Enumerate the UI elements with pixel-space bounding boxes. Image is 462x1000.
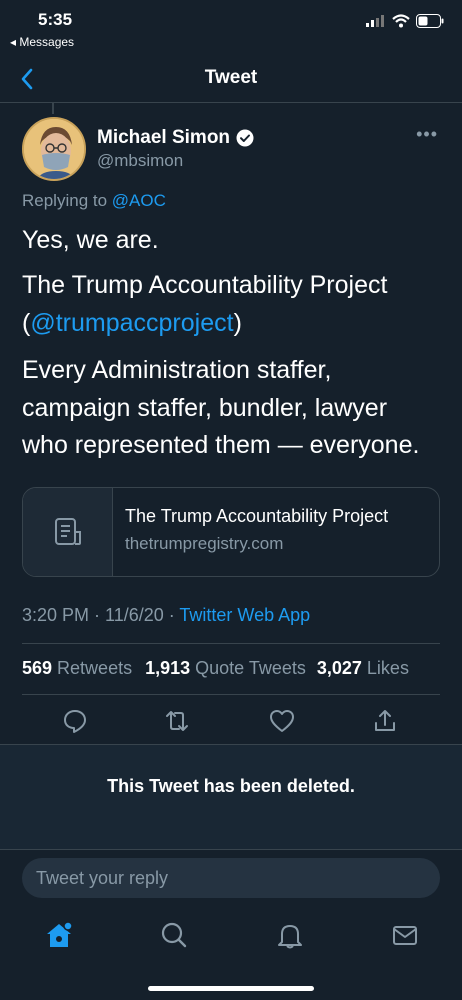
author-handle[interactable]: @mbsimon	[97, 151, 183, 171]
document-icon	[54, 518, 81, 545]
divider	[0, 849, 462, 850]
likes-stat[interactable]: 3,027 Likes	[317, 658, 409, 679]
tweet-text-line-2: The Trump Accountability Project	[22, 271, 388, 299]
card-thumbnail	[23, 488, 113, 576]
deleted-tweet-notice: This Tweet has been deleted.	[107, 776, 355, 796]
replying-to-label: Replying to	[22, 191, 112, 210]
home-tab-icon[interactable]	[44, 920, 74, 950]
retweets-stat[interactable]: 569 Retweets	[22, 658, 132, 679]
messages-tab-icon[interactable]	[390, 920, 420, 950]
likes-label: Likes	[361, 658, 409, 678]
cellular-signal-icon	[366, 15, 384, 27]
replying-to-handle-link[interactable]: @AOC	[112, 191, 166, 210]
quote-tweets-label: Quote Tweets	[190, 658, 306, 678]
mention-link[interactable]: @trumpaccproject	[30, 309, 233, 337]
page-title: Tweet	[204, 67, 258, 88]
wifi-icon	[392, 14, 410, 28]
more-options-icon[interactable]: •••	[416, 124, 438, 145]
notifications-tab-icon[interactable]	[275, 920, 305, 950]
quote-tweets-stat[interactable]: 1,913 Quote Tweets	[145, 658, 306, 679]
status-time: 5:35	[38, 10, 73, 29]
mention-paren-close: )	[233, 309, 242, 337]
tweet-text-line-3: Every Administration staffer,	[22, 356, 332, 384]
thread-connector-line	[52, 102, 54, 114]
author-name-row[interactable]: Michael Simon	[97, 127, 254, 149]
retweets-label: Retweets	[52, 658, 133, 678]
author-name[interactable]: Michael Simon	[97, 127, 230, 149]
link-preview-card[interactable]: The Trump Accountability Project thetrum…	[22, 487, 440, 577]
divider	[22, 643, 440, 644]
tweet-text-line-1: Yes, we are.	[22, 226, 159, 254]
divider	[22, 694, 440, 695]
card-domain: thetrumpregistry.com	[125, 534, 284, 553]
search-tab-icon[interactable]	[159, 920, 189, 950]
home-indicator[interactable]	[148, 986, 314, 991]
retweet-icon[interactable]	[163, 707, 191, 735]
back-to-messages-link[interactable]: ◂ Messages	[10, 35, 74, 49]
replying-to-line: Replying to @AOC	[22, 191, 166, 211]
retweets-count: 569	[22, 658, 53, 678]
quote-tweets-count: 1,913	[145, 658, 191, 678]
engagement-stats: 569 Retweets 1,913 Quote Tweets 3,027 Li…	[22, 658, 409, 679]
status-icons	[366, 14, 444, 28]
tweet-text-mention-line: (@trumpaccproject)	[22, 305, 442, 342]
share-icon[interactable]	[371, 707, 399, 735]
tweet-metadata: 3:20 PM · 11/6/20 · Twitter Web App	[22, 605, 310, 626]
card-title: The Trump Accountability Project	[125, 506, 389, 526]
battery-icon	[416, 14, 444, 28]
avatar-portrait-icon	[24, 119, 84, 179]
reply-input[interactable]: Tweet your reply	[22, 858, 440, 898]
nav-divider	[0, 102, 462, 103]
likes-count: 3,027	[316, 658, 362, 678]
avatar[interactable]	[22, 117, 86, 181]
tweet-text-line-5: who represented them — everyone.	[22, 431, 420, 459]
reply-icon[interactable]	[61, 707, 89, 735]
tweet-source-link[interactable]: Twitter Web App	[179, 605, 310, 625]
tweet-text-line-4: campaign staffer, bundler, lawyer	[22, 394, 388, 422]
deleted-tweet-panel	[0, 745, 462, 849]
tweet-timestamp: 3:20 PM · 11/6/20 ·	[22, 605, 180, 625]
verified-badge-icon	[236, 129, 254, 147]
like-heart-icon[interactable]	[268, 707, 296, 735]
